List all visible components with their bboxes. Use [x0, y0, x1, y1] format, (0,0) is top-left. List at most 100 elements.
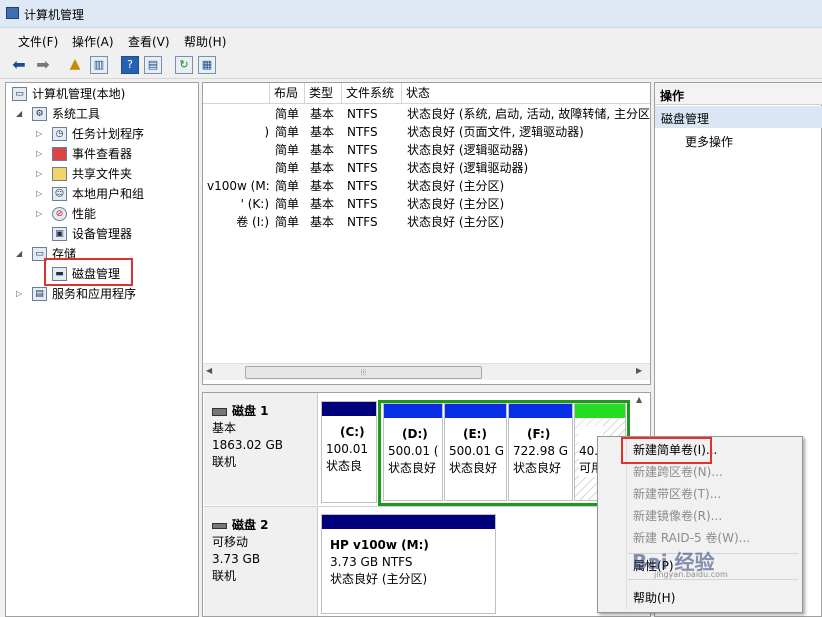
- partition-d[interactable]: (D:) 500.01 (状态良好: [383, 403, 443, 501]
- disk-1-label[interactable]: 磁盘 1 基本 1863.02 GB 联机: [204, 393, 318, 505]
- menu-separator: [628, 579, 798, 580]
- volume-cell-status[interactable]: 状态良好 (主分区): [407, 213, 504, 231]
- menu-help[interactable]: 帮助(H): [601, 588, 799, 609]
- volume-cell-type[interactable]: 基本: [310, 105, 334, 123]
- column-header-volume[interactable]: [203, 83, 270, 104]
- menu-view[interactable]: 查看(V): [128, 33, 170, 50]
- volume-cell-type[interactable]: 基本: [310, 177, 334, 195]
- volume-cell-type[interactable]: 基本: [310, 141, 334, 159]
- up-folder-icon[interactable]: ▲: [66, 56, 84, 74]
- volume-cell-type[interactable]: 基本: [310, 123, 334, 141]
- refresh-icon[interactable]: ↻: [175, 56, 193, 74]
- volume-cell-type[interactable]: 基本: [310, 195, 334, 213]
- collapsed-triangle-icon[interactable]: ▷: [36, 205, 46, 223]
- disk-2-label[interactable]: 磁盘 2 可移动 3.73 GB 联机: [204, 507, 318, 616]
- volume-cell-type[interactable]: 基本: [310, 213, 334, 231]
- volume-cell-fs[interactable]: NTFS: [347, 123, 378, 141]
- partition-size: 500.01 (: [388, 444, 439, 458]
- actions-disk-management[interactable]: 磁盘管理: [655, 106, 822, 128]
- collapsed-triangle-icon[interactable]: ▷: [36, 125, 46, 143]
- forward-arrow-icon[interactable]: ➡: [34, 56, 52, 74]
- partition-status: 状态良好: [513, 461, 562, 475]
- tree-item-shared-folders[interactable]: ▷ 共享文件夹: [36, 165, 132, 183]
- collapsed-triangle-icon[interactable]: ▷: [36, 185, 46, 203]
- baidu-watermark: Bai 经验 jingyan.baidu.com: [632, 546, 782, 579]
- scroll-up-icon[interactable]: ▲: [636, 395, 642, 404]
- volume-cell-status[interactable]: 状态良好 (主分区): [407, 195, 504, 213]
- tree-item-performance[interactable]: ▷ ⊘ 性能: [36, 205, 96, 223]
- volume-cell-layout[interactable]: 简单: [275, 177, 299, 195]
- scroll-left-icon[interactable]: ◀: [206, 366, 212, 375]
- tree-system-tools[interactable]: ◢ ⚙ 系统工具: [16, 105, 100, 123]
- partition-e[interactable]: (E:) 500.01 G 状态良好: [444, 403, 507, 501]
- volume-cell-vol[interactable]: [207, 141, 269, 159]
- watermark-url: jingyan.baidu.com: [654, 570, 728, 579]
- tree-item-device-manager[interactable]: ▣ 设备管理器: [52, 225, 132, 243]
- properties-icon[interactable]: ▤: [144, 56, 162, 74]
- app-icon: [6, 7, 19, 19]
- scroll-thumb[interactable]: ⦙⦙⦙: [245, 366, 482, 379]
- volume-cell-fs[interactable]: NTFS: [347, 159, 378, 177]
- volume-cell-vol[interactable]: ' (K:): [207, 195, 269, 213]
- volume-cell-vol[interactable]: [207, 159, 269, 177]
- menu-action[interactable]: 操作(A): [72, 33, 114, 50]
- disk-settings-icon[interactable]: ▦: [198, 56, 216, 74]
- horizontal-scrollbar[interactable]: ◀ ⦙⦙⦙ ▶: [203, 363, 650, 380]
- tree-item-event-viewer[interactable]: ▷ 事件查看器: [36, 145, 132, 163]
- clock-icon: ◷: [52, 127, 67, 141]
- volume-cell-fs[interactable]: NTFS: [347, 213, 378, 231]
- column-header-type[interactable]: 类型: [305, 83, 342, 104]
- expanded-triangle-icon[interactable]: ◢: [16, 105, 26, 123]
- volume-cell-layout[interactable]: 简单: [275, 123, 299, 141]
- partition-status: 状态良好: [388, 461, 437, 475]
- scroll-right-icon[interactable]: ▶: [636, 366, 642, 375]
- volume-cell-fs[interactable]: NTFS: [347, 195, 378, 213]
- partition-m[interactable]: HP v100w (M:) 3.73 GB NTFS 状态良好 (主分区): [321, 514, 496, 614]
- volume-cell-vol[interactable]: v100w (M:): [207, 177, 269, 195]
- volume-cell-type[interactable]: 基本: [310, 159, 334, 177]
- column-header-layout[interactable]: 布局: [270, 83, 305, 104]
- collapsed-triangle-icon[interactable]: ▷: [16, 285, 26, 303]
- back-arrow-icon[interactable]: ⬅: [10, 56, 28, 74]
- menu-file[interactable]: 文件(F): [18, 33, 58, 50]
- column-header-filesystem[interactable]: 文件系统: [342, 83, 402, 104]
- column-header-status[interactable]: 状态: [402, 83, 650, 104]
- console-tree-icon[interactable]: ▥: [90, 56, 108, 74]
- volume-cell-vol[interactable]: ): [207, 123, 269, 141]
- volume-cell-fs[interactable]: NTFS: [347, 105, 378, 123]
- volume-cell-status[interactable]: 状态良好 (逻辑驱动器): [407, 159, 528, 177]
- users-icon: ☺: [52, 187, 67, 201]
- volume-cell-status[interactable]: 状态良好 (主分区): [407, 177, 504, 195]
- volume-cell-vol[interactable]: 卷 (I:): [207, 213, 269, 231]
- expanded-triangle-icon[interactable]: ◢: [16, 245, 26, 263]
- volume-cell-layout[interactable]: 简单: [275, 141, 299, 159]
- menu-new-spanned-volume: 新建跨区卷(N)...: [633, 465, 723, 479]
- tree-item-local-users[interactable]: ▷ ☺ 本地用户和组: [36, 185, 144, 203]
- tree-item-task-scheduler[interactable]: ▷ ◷ 任务计划程序: [36, 125, 144, 143]
- partition-status: 状态良: [326, 459, 363, 473]
- primary-partition-bar: [322, 402, 376, 416]
- collapsed-triangle-icon[interactable]: ▷: [36, 145, 46, 163]
- volume-cell-status[interactable]: 状态良好 (页面文件, 逻辑驱动器): [407, 123, 584, 141]
- volume-cell-layout[interactable]: 简单: [275, 159, 299, 177]
- title-bar: 计算机管理: [0, 0, 822, 28]
- tree-services-apps[interactable]: ▷ ▤ 服务和应用程序: [16, 285, 136, 303]
- partition-size: 500.01 G: [449, 444, 505, 458]
- help-icon[interactable]: ?: [121, 56, 139, 74]
- collapsed-triangle-icon[interactable]: ▷: [36, 165, 46, 183]
- disk-1-state: 联机: [212, 455, 237, 469]
- volume-cell-layout[interactable]: 简单: [275, 195, 299, 213]
- volume-cell-vol[interactable]: [207, 105, 269, 123]
- volume-cell-layout[interactable]: 简单: [275, 213, 299, 231]
- tree-root[interactable]: ▭ 计算机管理(本地): [12, 85, 125, 103]
- volume-cell-status[interactable]: 状态良好 (系统, 启动, 活动, 故障转储, 主分区: [407, 105, 650, 123]
- volume-cell-status[interactable]: 状态良好 (逻辑驱动器): [407, 141, 528, 159]
- volume-cell-fs[interactable]: NTFS: [347, 177, 378, 195]
- volume-cell-fs[interactable]: NTFS: [347, 141, 378, 159]
- partition-c[interactable]: (C:) 100.01 状态良: [321, 401, 377, 503]
- menu-help[interactable]: 帮助(H): [184, 33, 226, 50]
- menu-new-striped-volume: 新建带区卷(T)...: [633, 487, 722, 501]
- partition-f[interactable]: (F:) 722.98 G 状态良好: [508, 403, 573, 501]
- actions-more[interactable]: 更多操作: [685, 133, 733, 150]
- volume-cell-layout[interactable]: 简单: [275, 105, 299, 123]
